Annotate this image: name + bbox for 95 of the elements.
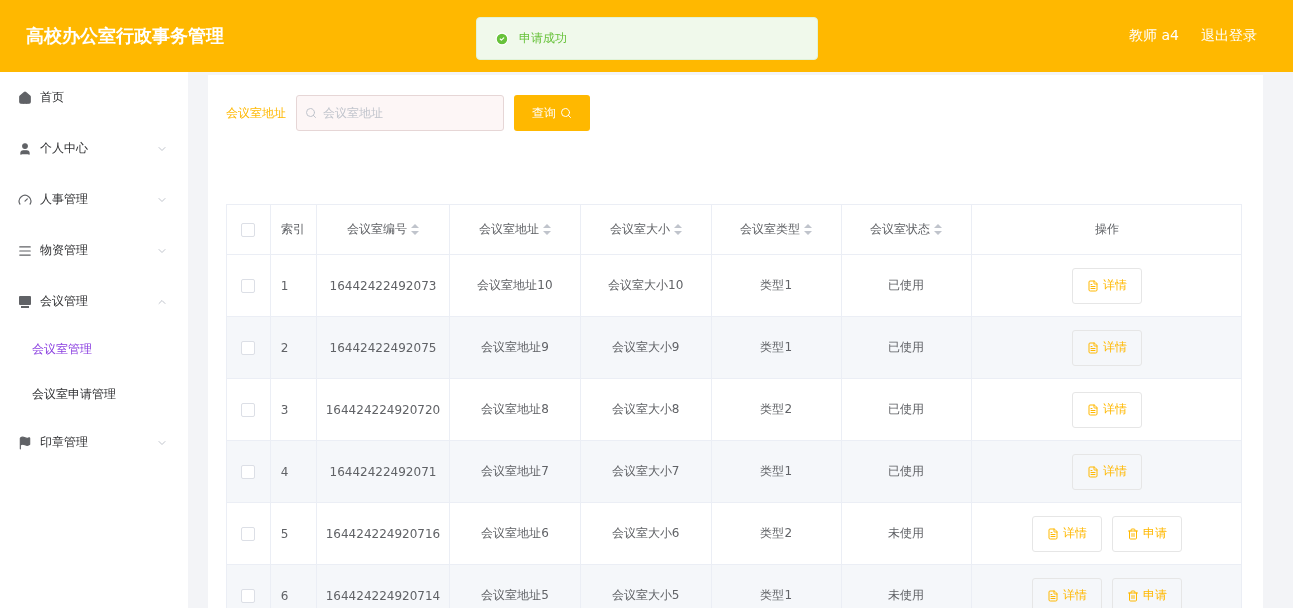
table-cell: 已使用 [888, 340, 925, 354]
checkbox[interactable] [241, 464, 256, 479]
toast-message: 申请成功 [519, 30, 567, 47]
table-cell: 会议室地址5 [481, 588, 549, 602]
search-icon [305, 107, 317, 119]
table-cell: 会议室大小7 [611, 464, 680, 478]
table-cell: 会议室大小8 [611, 402, 680, 416]
table-cell: 4 [280, 464, 289, 479]
document-icon [1086, 403, 1099, 416]
table-cell: 16442422492075 [329, 340, 437, 355]
table-cell: 3 [280, 402, 289, 417]
search-icon [560, 107, 572, 119]
checkbox[interactable] [241, 402, 256, 417]
document-icon [1086, 465, 1099, 478]
table-cell: 6 [280, 588, 289, 603]
table-cell: 未使用 [888, 588, 925, 602]
column-header: 会议室地址 [478, 221, 539, 238]
flag-icon [18, 435, 32, 450]
apply-button[interactable]: 申请 [1111, 577, 1182, 608]
checkbox[interactable] [241, 222, 256, 237]
search-button[interactable]: 查询 [514, 95, 590, 131]
detail-button[interactable]: 详情 [1071, 453, 1142, 490]
table-cell: 会议室地址6 [481, 526, 549, 540]
sort-icon[interactable] [804, 224, 813, 235]
user-icon [18, 141, 32, 156]
column-header: 操作 [1094, 221, 1119, 238]
table-cell: 164424224920716 [325, 526, 441, 541]
menu-icon [18, 243, 32, 258]
sort-icon[interactable] [410, 224, 419, 235]
detail-button[interactable]: 详情 [1031, 577, 1102, 608]
document-icon [1046, 527, 1059, 540]
table-cell: 164424224920714 [325, 588, 441, 603]
checkbox[interactable] [241, 278, 256, 293]
table-cell: 会议室地址10 [477, 278, 553, 292]
table-cell: 2 [280, 340, 289, 355]
table-cell: 类型1 [760, 588, 793, 602]
table-cell: 会议室地址7 [481, 464, 549, 478]
sidebar-item[interactable]: 个人中心 [0, 123, 188, 174]
sidebar-item[interactable]: 首页 [0, 72, 188, 123]
logout-link[interactable]: 退出登录 [1201, 27, 1257, 45]
document-icon [1086, 341, 1099, 354]
table-cell: 会议室大小5 [611, 588, 680, 602]
detail-button[interactable]: 详情 [1071, 267, 1142, 304]
table-cell: 已使用 [888, 278, 925, 292]
detail-button[interactable]: 详情 [1071, 391, 1142, 428]
table-cell: 164424224920720 [325, 402, 441, 417]
apply-button[interactable]: 申请 [1111, 515, 1182, 552]
user-name: 教师 a4 [1129, 27, 1179, 45]
document-icon [1086, 279, 1099, 292]
table-cell: 16442422492071 [329, 464, 437, 479]
table-cell: 类型1 [760, 340, 793, 354]
table-cell: 已使用 [888, 464, 925, 478]
sort-icon[interactable] [542, 224, 551, 235]
checkbox[interactable] [241, 340, 256, 355]
table-cell: 类型1 [760, 464, 793, 478]
detail-button[interactable]: 详情 [1071, 329, 1142, 366]
table-cell: 类型2 [760, 402, 793, 416]
check-icon [495, 31, 509, 46]
search-label: 会议室地址 [226, 104, 286, 122]
table-cell: 会议室大小6 [611, 526, 680, 540]
app-title: 高校办公室行政事务管理 [26, 24, 224, 48]
sort-icon[interactable] [934, 224, 943, 235]
table-cell: 已使用 [888, 402, 925, 416]
sort-icon[interactable] [673, 224, 682, 235]
table-cell: 类型2 [760, 526, 793, 540]
trash-icon [1126, 589, 1139, 602]
sidebar-item[interactable]: 印章管理 [0, 417, 188, 468]
trash-icon [1126, 527, 1139, 540]
table-cell: 5 [280, 526, 289, 541]
document-icon [1046, 589, 1059, 602]
monitor-icon [18, 294, 32, 309]
submenu-item[interactable]: 会议室申请管理 [0, 372, 188, 417]
search-field[interactable]: 会议室地址 [296, 95, 504, 131]
column-header: 会议室编号 [346, 221, 407, 238]
table-cell: 会议室地址8 [481, 402, 549, 416]
checkbox[interactable] [241, 526, 256, 541]
checkbox[interactable] [241, 588, 256, 603]
detail-button[interactable]: 详情 [1031, 515, 1102, 552]
column-header: 会议室状态 [870, 221, 931, 238]
column-header: 会议室大小 [609, 221, 670, 238]
table-cell: 会议室地址9 [481, 340, 549, 354]
home-icon [18, 90, 32, 105]
sidebar-item[interactable]: 人事管理 [0, 174, 188, 225]
table-cell: 16442422492073 [329, 278, 437, 293]
table-cell: 未使用 [888, 526, 925, 540]
submenu-item[interactable]: 会议室管理 [0, 327, 188, 372]
table-cell: 会议室大小10 [608, 278, 684, 292]
table-cell: 会议室大小9 [611, 340, 680, 354]
column-header: 索引 [281, 221, 306, 238]
table-cell: 1 [280, 278, 289, 293]
sidebar-item[interactable]: 物资管理 [0, 225, 188, 276]
table-cell: 类型1 [760, 278, 793, 292]
gauge-icon [18, 192, 32, 207]
sidebar-item[interactable]: 会议管理 [0, 276, 188, 327]
column-header: 会议室类型 [740, 221, 801, 238]
